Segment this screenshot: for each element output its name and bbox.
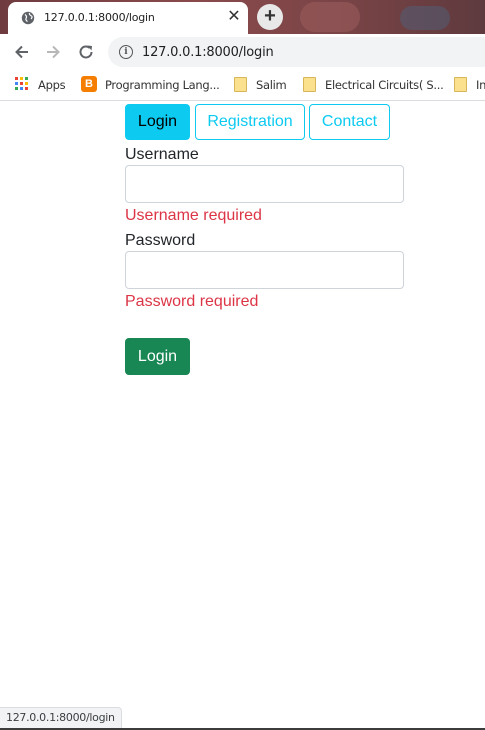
reload-icon[interactable] <box>76 42 96 62</box>
close-tab-icon[interactable]: ✕ <box>225 8 243 26</box>
password-error: Password required <box>125 293 259 310</box>
address-bar[interactable]: i 127.0.0.1:8000/login <box>108 37 485 67</box>
bookmark-label: Apps <box>38 78 66 92</box>
username-label: Username <box>125 146 199 163</box>
folder-icon <box>454 77 467 92</box>
username-input[interactable] <box>125 165 404 203</box>
address-url[interactable]: 127.0.0.1:8000/login <box>142 45 274 60</box>
password-input[interactable] <box>125 251 404 289</box>
password-label: Password <box>125 232 196 249</box>
apps-grid-icon[interactable] <box>15 77 29 91</box>
bookmark-label: Salim <box>256 78 287 92</box>
bookmark-label: In <box>476 78 485 92</box>
forward-arrow-icon[interactable] <box>43 42 63 62</box>
new-tab-button[interactable]: + <box>257 4 283 30</box>
tab-strip-background-blob <box>400 6 450 30</box>
bookmark-label: Programming Lang... <box>105 78 220 92</box>
back-arrow-icon[interactable] <box>12 42 32 62</box>
blogger-icon: B <box>81 76 97 92</box>
nav-registration-button[interactable]: Registration <box>195 104 305 140</box>
browser-toolbar: i 127.0.0.1:8000/login <box>0 34 485 70</box>
folder-icon <box>303 77 316 92</box>
info-icon[interactable]: i <box>119 45 133 59</box>
status-bar-url: 127.0.0.1:8000/login <box>0 707 122 729</box>
tab-title: 127.0.0.1:8000/login <box>44 11 155 24</box>
folder-icon <box>234 77 247 92</box>
nav-login-button[interactable]: Login <box>125 104 190 140</box>
login-submit-button[interactable]: Login <box>125 338 190 375</box>
browser-tab[interactable]: 127.0.0.1:8000/login ✕ <box>8 2 248 34</box>
browser-tab-strip: 127.0.0.1:8000/login ✕ + <box>0 0 485 34</box>
bookmarks-bar: Apps B Programming Lang... Salim Electri… <box>0 70 485 101</box>
bookmark-label: Electrical Circuits( S... <box>325 78 444 92</box>
tab-strip-background-blob <box>300 2 360 32</box>
username-error: Username required <box>125 207 262 224</box>
nav-contact-button[interactable]: Contact <box>309 104 390 140</box>
globe-icon <box>21 11 35 25</box>
